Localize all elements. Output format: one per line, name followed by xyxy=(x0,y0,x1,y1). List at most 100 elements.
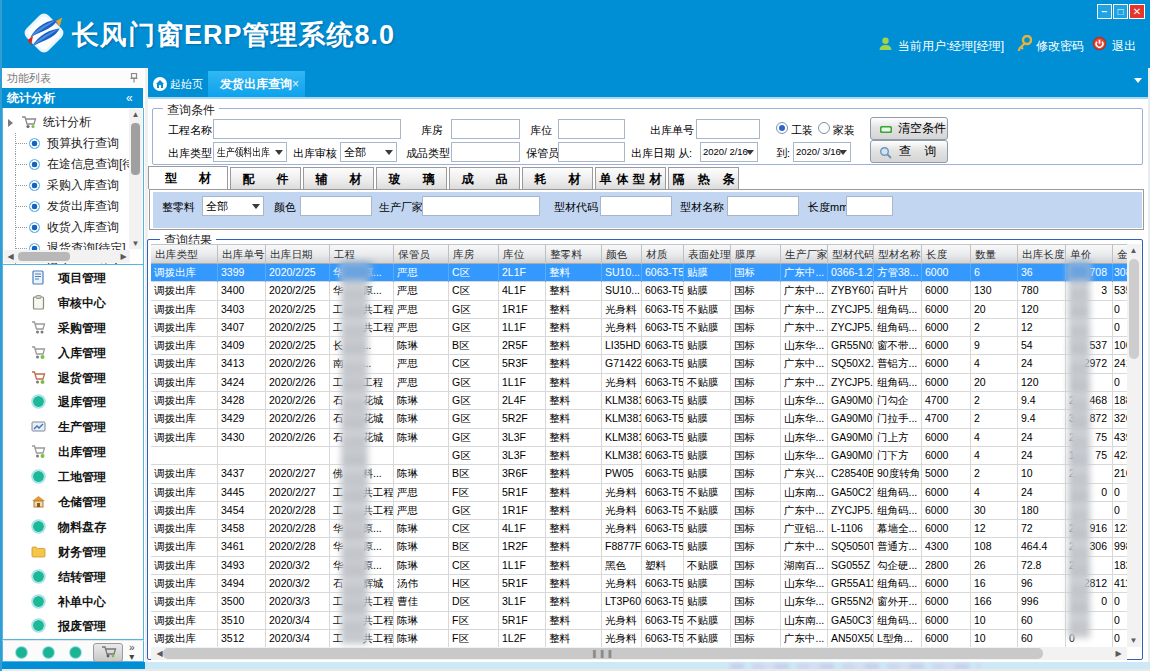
material-tab-6[interactable]: 单体型材 xyxy=(595,167,666,189)
date-from-picker[interactable]: 2020/ 2/16 xyxy=(700,142,758,162)
column-header[interactable]: 出库单号 xyxy=(218,245,266,264)
column-header[interactable]: 颜色 xyxy=(602,245,642,264)
sidebar-section-header[interactable]: 统计分析 xyxy=(2,88,143,108)
table-row[interactable]: 调拨出库35002020/3/3工共工程曹佳D区3L1F整料LT3P606063… xyxy=(151,593,1141,611)
table-row[interactable]: 调拨出库34302020/2/26石花城陈琳G区3L3F整料KLM3817606… xyxy=(151,429,1141,447)
table-row[interactable]: 调拨出库35102020/3/4工共工程陈琳F区5R1F整料光身料6063-T5… xyxy=(151,612,1141,630)
date-to-picker[interactable]: 2020/ 3/16 xyxy=(793,142,851,162)
length-input[interactable] xyxy=(846,196,893,216)
material-tab-7[interactable]: 隔热条 xyxy=(668,167,739,189)
table-row[interactable]: 调拨出库34002020/2/25华原...严思C区4L1F整料SU10...6… xyxy=(151,282,1141,300)
expander-icon[interactable] xyxy=(8,119,13,127)
table-row[interactable]: 调拨出库34932020/3/2华原...陈琳C区1L1F整料黑色塑料不贴膜国标… xyxy=(151,557,1141,575)
column-header[interactable]: 型材名称 xyxy=(874,245,922,264)
material-tab-1[interactable]: 配件 xyxy=(230,167,301,189)
scroll-arrow-icon[interactable]: ▶ xyxy=(117,252,130,261)
tree-horizontal-scrollbar[interactable]: ◀ ▶ xyxy=(4,250,130,263)
sidebar-item-13[interactable]: 补单中心 xyxy=(3,589,143,614)
tree-vertical-scrollbar[interactable]: ▲ ▼ xyxy=(129,109,142,249)
tree-item[interactable]: 采购入库查询 xyxy=(3,175,129,196)
table-row[interactable]: 调拨出库34942020/3/2石辉城汤伟H区5R1F整料光身料6063-T5贴… xyxy=(151,575,1141,593)
table-row[interactable]: 调拨出库35122020/3/4工共工程陈琳F区1L2F整料光身料6063-T5… xyxy=(151,630,1141,647)
scroll-arrow-icon[interactable]: ▲ xyxy=(129,110,142,119)
sidebar-item-5[interactable]: 退库管理 xyxy=(3,389,143,414)
tree-item[interactable]: 收货入库查询 xyxy=(3,217,129,238)
radio-gongzhuang[interactable] xyxy=(776,122,788,134)
scrollbar-thumb[interactable] xyxy=(1129,259,1139,359)
minimize-button[interactable]: − xyxy=(1097,4,1112,19)
clear-conditions-button[interactable]: 清空条件 xyxy=(870,117,948,140)
table-row[interactable]: 调拨出库34242020/2/26工工程严思G区1L1F整料光身料6063-T5… xyxy=(151,374,1141,392)
sidebar-item-0[interactable]: 项目管理 xyxy=(3,265,143,290)
column-header[interactable]: 长度 xyxy=(922,245,971,264)
pin-icon[interactable] xyxy=(130,73,138,83)
sidebar-item-14[interactable]: 报废管理 xyxy=(3,613,143,638)
sidebar-item-9[interactable]: 仓储管理 xyxy=(3,489,143,514)
tab-list-dropdown-icon[interactable] xyxy=(1134,78,1142,83)
tab-close-icon[interactable]: × xyxy=(292,71,299,97)
green-dot-icon[interactable] xyxy=(15,646,28,659)
whole-combo[interactable]: 全部 xyxy=(202,196,264,216)
green-dot-icon[interactable] xyxy=(69,646,82,659)
column-header[interactable]: 型材代码 xyxy=(828,245,874,264)
grid-vertical-scrollbar[interactable]: ▲ ▼ xyxy=(1127,244,1141,647)
more-chevron[interactable]: »▾ xyxy=(129,643,135,661)
scrollbar-thumb[interactable] xyxy=(131,123,140,175)
grid-header[interactable]: 出库类型出库单号出库日期工程保管员库房库位整零料颜色材质表面处理膜厚生产厂家型材… xyxy=(151,244,1141,264)
column-header[interactable]: 生产厂家 xyxy=(781,245,828,264)
change-password-link[interactable]: 修改密码 xyxy=(1036,38,1084,55)
table-row[interactable]: 调拨出库34132020/2/26南...严思C区5R3F整料G71422606… xyxy=(151,355,1141,373)
table-row[interactable]: 调拨出库34582020/2/28华原...陈琳C区4L1F整料光身料6063-… xyxy=(151,520,1141,538)
material-tab-2[interactable]: 辅材 xyxy=(303,167,374,189)
table-row[interactable]: 调拨出库34282020/2/26石花城陈琳G区2L4F整料KLM3817606… xyxy=(151,392,1141,410)
logout-link[interactable]: 退出 xyxy=(1112,38,1136,55)
cart-button[interactable] xyxy=(93,643,123,662)
keeper-input[interactable] xyxy=(558,142,625,162)
sidebar-item-11[interactable]: 财务管理 xyxy=(3,539,143,564)
table-row[interactable]: 调拨出库34452020/2/27工共工程严思F区5R1F整料光身料6063-T… xyxy=(151,484,1141,502)
location-input[interactable] xyxy=(558,119,625,139)
sidebar-item-12[interactable]: 结转管理 xyxy=(3,564,143,589)
column-header[interactable]: 材质 xyxy=(642,245,684,264)
scroll-arrow-icon[interactable]: ◀ xyxy=(4,252,17,261)
scroll-arrow-icon[interactable]: ▲ xyxy=(1127,246,1140,255)
green-dot-icon[interactable] xyxy=(42,646,55,659)
sidebar-item-7[interactable]: 出库管理 xyxy=(3,439,143,464)
table-row[interactable]: 调拨出库34072020/2/25工共工程严思G区1L1F整料光身料6063-T… xyxy=(151,319,1141,337)
table-row[interactable]: 调拨出库33992020/2/25华原...严思C区2L1F整料SU10...6… xyxy=(151,264,1141,282)
column-header[interactable]: 库房 xyxy=(449,245,499,264)
material-tab-5[interactable]: 耗材 xyxy=(522,167,593,189)
table-row[interactable]: 调拨出库34292020/2/26石花城陈琳G区5R2F整料KLM3817606… xyxy=(151,410,1141,428)
column-header[interactable]: 数量 xyxy=(971,245,1018,264)
table-row[interactable]: 调拨出库34542020/2/28工共工程严思G区1R1F整料光身料6063-T… xyxy=(151,502,1141,520)
scrollbar-thumb[interactable] xyxy=(18,252,70,261)
project-name-input[interactable] xyxy=(213,119,401,139)
code-input[interactable] xyxy=(600,196,672,216)
scroll-arrow-icon[interactable]: ▶ xyxy=(1112,649,1125,658)
sidebar-item-6[interactable]: 生产管理 xyxy=(3,414,143,439)
radio-jiazhuang[interactable] xyxy=(818,122,830,134)
column-header[interactable]: 出库长度 xyxy=(1018,245,1066,264)
order-no-input[interactable] xyxy=(696,119,760,139)
maximize-button[interactable]: □ xyxy=(1113,4,1128,19)
sidebar-item-8[interactable]: 工地管理 xyxy=(3,464,143,489)
material-tab-0[interactable]: 型材 xyxy=(148,166,228,189)
column-header[interactable]: 整零料 xyxy=(546,245,602,264)
sidebar-item-1[interactable]: 审核中心 xyxy=(3,290,143,315)
material-tab-4[interactable]: 成品 xyxy=(449,167,520,189)
column-header[interactable]: 出库日期 xyxy=(266,245,330,264)
product-type-input[interactable] xyxy=(451,142,520,162)
audit-combo[interactable]: 全部 xyxy=(340,142,397,162)
grid-horizontal-scrollbar[interactable]: ◀ ❚❚❚ ▶ xyxy=(151,647,1127,660)
tab-outbound-query[interactable]: 发货出库查询 × xyxy=(208,71,305,97)
column-header[interactable]: 表面处理 xyxy=(684,245,731,264)
tree-root[interactable]: 统计分析 xyxy=(3,112,129,133)
tree-item[interactable]: 预算执行查询 xyxy=(3,133,129,154)
sidebar-item-10[interactable]: 物料盘存 xyxy=(3,514,143,539)
tree-item[interactable]: 发货出库查询 xyxy=(3,196,129,217)
table-row[interactable]: 调拨出库34372020/2/27佛料...陈琳B区3R6F整料PW056063… xyxy=(151,465,1141,483)
table-row[interactable]: 调拨出库34092020/2/25长...陈琳B区2R5F整料LI35HD606… xyxy=(151,337,1141,355)
column-header[interactable]: 膜厚 xyxy=(731,245,781,264)
scroll-arrow-icon[interactable]: ▼ xyxy=(129,239,142,248)
table-row[interactable]: 调拨出库34612020/2/28华原...陈琳B区1R2F整料F8877FT6… xyxy=(151,538,1141,556)
